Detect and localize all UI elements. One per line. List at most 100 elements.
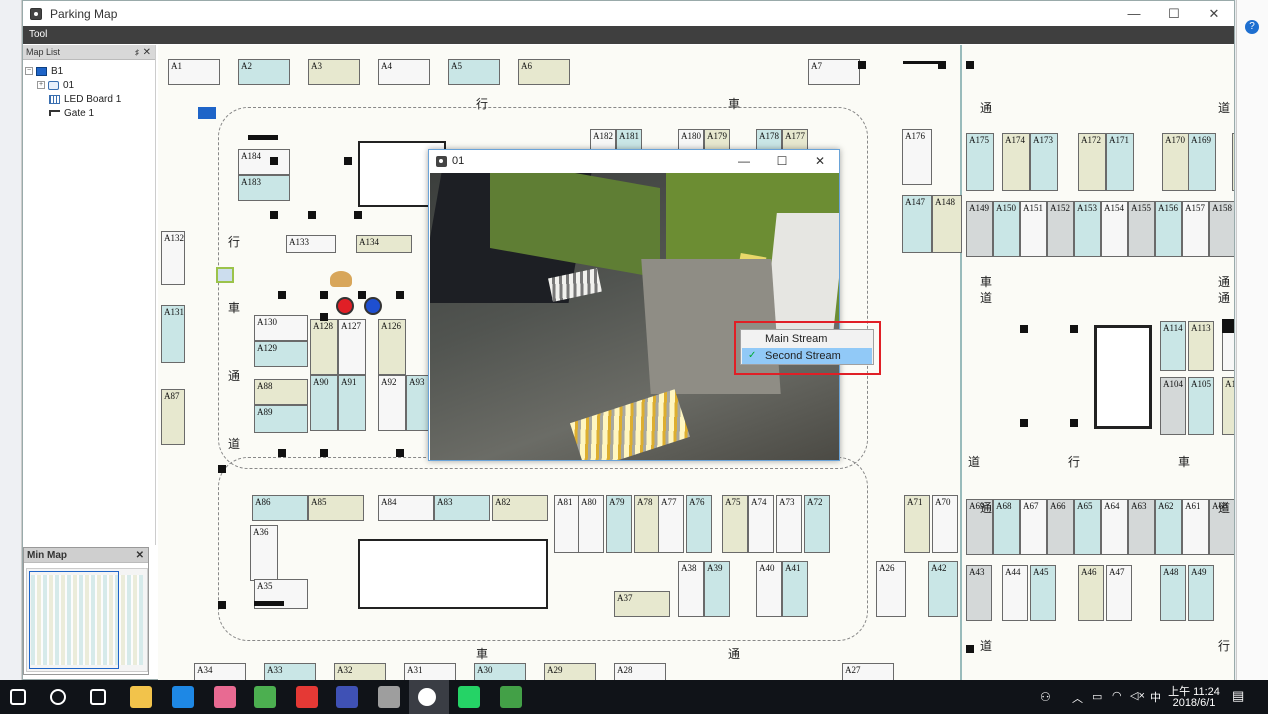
parking-slot[interactable]: A90 xyxy=(310,375,338,431)
parking-slot[interactable]: A70 xyxy=(932,495,958,553)
barrier-blue-icon[interactable] xyxy=(364,297,382,315)
people-icon[interactable]: ⚇ xyxy=(1040,690,1051,704)
parking-slot[interactable]: A40 xyxy=(756,561,782,617)
parking-slot[interactable]: A30 xyxy=(474,663,526,681)
wifi-icon[interactable]: ◠ xyxy=(1112,689,1122,702)
camera-feed[interactable] xyxy=(430,173,839,460)
parking-slot[interactable]: A87 xyxy=(161,389,185,445)
parking-slot[interactable]: A77 xyxy=(658,495,684,553)
tree-node-gate[interactable]: Gate 1 xyxy=(25,106,153,120)
parking-slot[interactable]: A154 xyxy=(1101,201,1128,257)
parking-slot[interactable]: A158 xyxy=(1209,201,1234,257)
parking-slot[interactable]: A126 xyxy=(378,319,406,375)
pin-icon[interactable]: ♯ xyxy=(135,45,139,60)
parking-slot[interactable]: A43 xyxy=(966,565,992,621)
parking-slot[interactable]: A75 xyxy=(722,495,748,553)
parking-slot[interactable]: A39 xyxy=(704,561,730,617)
map-list-close-icon[interactable]: ✕ xyxy=(143,45,151,60)
parking-slot[interactable]: A62 xyxy=(1155,499,1182,555)
parking-slot[interactable]: A73 xyxy=(776,495,802,553)
video-maximize-button[interactable]: ☐ xyxy=(763,150,801,172)
parking-slot[interactable]: A45 xyxy=(1030,565,1056,621)
file-explorer-icon[interactable] xyxy=(130,686,152,708)
parking-slot[interactable]: A16 xyxy=(1232,133,1234,191)
parking-slot[interactable]: A82 xyxy=(492,495,548,521)
parking-slot[interactable]: A179 xyxy=(704,129,730,151)
collapse-icon[interactable]: − xyxy=(25,67,33,75)
parking-slot[interactable]: A27 xyxy=(842,663,894,681)
parking-slot[interactable]: A176 xyxy=(902,129,932,185)
tree-node-led-board[interactable]: LED Board 1 xyxy=(25,92,153,106)
help-icon[interactable]: ? xyxy=(1245,20,1259,34)
start-icon[interactable] xyxy=(10,689,26,705)
parking-slot[interactable]: A147 xyxy=(902,195,932,253)
parking-slot[interactable]: A155 xyxy=(1128,201,1155,257)
parking-slot[interactable]: A129 xyxy=(254,341,308,367)
min-map-viewport[interactable] xyxy=(29,571,119,669)
parking-slot[interactable]: A134 xyxy=(356,235,412,253)
parking-slot[interactable]: A132 xyxy=(161,231,185,285)
parking-slot[interactable]: A28 xyxy=(614,663,666,681)
video-close-button[interactable]: ✕ xyxy=(801,150,839,172)
parking-slot[interactable]: A81 xyxy=(554,495,580,553)
menu-item-main-stream[interactable]: Main Stream xyxy=(742,331,872,347)
parking-slot[interactable]: A177 xyxy=(782,129,808,151)
parking-slot[interactable]: A63 xyxy=(1128,499,1155,555)
parking-slot[interactable]: A78 xyxy=(634,495,660,553)
parking-slot[interactable]: A105 xyxy=(1188,377,1214,435)
parking-slot[interactable]: A72 xyxy=(804,495,830,553)
parking-slot[interactable]: A5 xyxy=(448,59,500,85)
video-minimize-button[interactable]: — xyxy=(725,150,763,172)
tree-node-01[interactable]: + 01 xyxy=(25,78,153,92)
parking-slot[interactable]: A71 xyxy=(904,495,930,553)
parking-slot[interactable]: A127 xyxy=(338,319,366,375)
camera-icon[interactable] xyxy=(330,271,352,287)
parking-slot[interactable]: A86 xyxy=(252,495,308,521)
parking-slot[interactable]: A172 xyxy=(1078,133,1106,191)
parking-slot[interactable]: A1 xyxy=(168,59,220,85)
parking-slot[interactable]: A47 xyxy=(1106,565,1132,621)
app-info-icon[interactable] xyxy=(336,686,358,708)
chrome-icon[interactable] xyxy=(254,686,276,708)
parking-slot[interactable]: A169 xyxy=(1188,133,1216,191)
parking-slot[interactable]: A64 xyxy=(1101,499,1128,555)
tree-node-b1[interactable]: − B1 xyxy=(25,64,153,78)
parking-slot[interactable]: A93 xyxy=(406,375,430,431)
parking-slot[interactable]: A46 xyxy=(1078,565,1104,621)
parking-slot[interactable]: A79 xyxy=(606,495,632,553)
parking-slot[interactable]: A48 xyxy=(1160,565,1186,621)
parking-slot[interactable]: A175 xyxy=(966,133,994,191)
close-button[interactable]: ✕ xyxy=(1194,1,1234,26)
search-icon[interactable] xyxy=(50,689,66,705)
parking-slot[interactable]: A6 xyxy=(518,59,570,85)
battery-icon[interactable]: ▭ xyxy=(1092,690,1102,703)
parking-slot[interactable]: A85 xyxy=(308,495,364,521)
parking-slot[interactable]: A130 xyxy=(254,315,308,341)
parking-slot[interactable]: A171 xyxy=(1106,133,1134,191)
parking-slot[interactable]: A92 xyxy=(378,375,406,431)
parking-slot[interactable]: A156 xyxy=(1155,201,1182,257)
parking-slot[interactable]: A26 xyxy=(876,561,906,617)
parking-slot[interactable]: A80 xyxy=(578,495,604,553)
parking-slot[interactable]: A34 xyxy=(194,663,246,681)
parking-slot[interactable]: A133 xyxy=(286,235,336,253)
clock-date[interactable]: 2018/6/1 xyxy=(1168,697,1220,709)
whatsapp-icon[interactable] xyxy=(458,686,480,708)
menu-item-second-stream[interactable]: ✓ Second Stream xyxy=(742,348,872,364)
store-icon[interactable] xyxy=(172,686,194,708)
parking-slot[interactable]: A37 xyxy=(614,591,670,617)
tray-chevron-icon[interactable]: ︿ xyxy=(1072,690,1083,706)
parking-slot[interactable]: A113 xyxy=(1188,321,1214,371)
parking-slot[interactable]: A114 xyxy=(1160,321,1186,371)
paint-icon[interactable] xyxy=(214,686,236,708)
parking-slot[interactable]: A67 xyxy=(1020,499,1047,555)
parking-slot[interactable]: A152 xyxy=(1047,201,1074,257)
parking-slot[interactable]: A74 xyxy=(748,495,774,553)
volume-icon[interactable]: ◁× xyxy=(1130,689,1145,702)
parking-slot[interactable]: A7 xyxy=(808,59,860,85)
camera-video-window[interactable]: 01 — ☐ ✕ xyxy=(428,149,840,461)
parking-slot[interactable]: A174 xyxy=(1002,133,1030,191)
parking-slot[interactable]: A41 xyxy=(782,561,808,617)
parking-slot[interactable]: A36 xyxy=(250,525,278,581)
parking-slot[interactable]: A91 xyxy=(338,375,366,431)
